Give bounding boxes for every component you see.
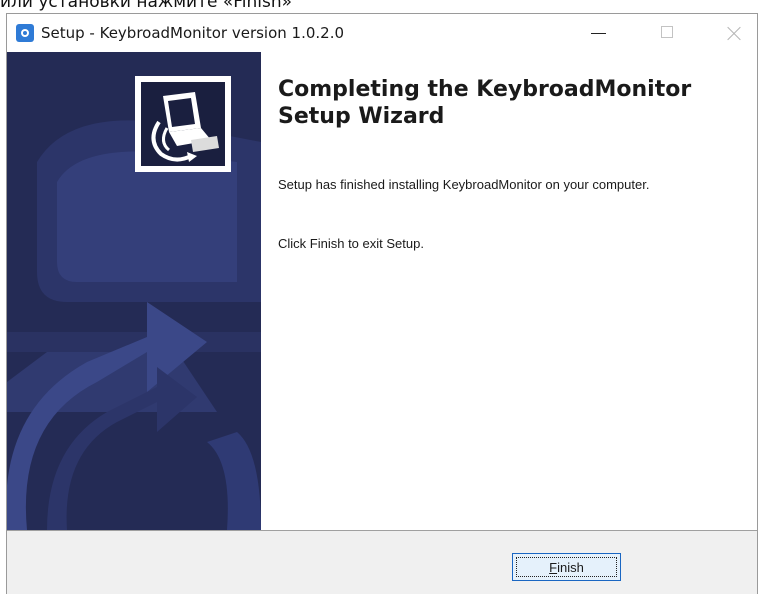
finish-label: inish <box>557 559 584 575</box>
setup-window: Setup - KeybroadMonitor version 1.0.2.0 <box>6 13 758 594</box>
heading-line-2: Setup Wizard <box>278 104 445 129</box>
finish-mnemonic: F <box>549 559 558 575</box>
window-title: Setup - KeybroadMonitor version 1.0.2.0 <box>41 24 345 42</box>
finished-message: Setup has finished installing KeybroadMo… <box>278 177 650 192</box>
maximize-button[interactable] <box>645 14 691 52</box>
computer-disk-icon <box>141 82 225 166</box>
minimize-button[interactable] <box>575 14 621 52</box>
finish-button[interactable]: Finish <box>512 553 621 581</box>
wizard-content: Completing the KeybroadMonitor Setup Wiz… <box>261 52 757 530</box>
heading-line-1: Completing the KeybroadMonitor <box>278 77 692 102</box>
setup-gear-icon <box>16 24 34 42</box>
close-button[interactable] <box>711 14 757 52</box>
finish-instruction: Click Finish to exit Setup. <box>278 236 424 251</box>
page-caption: или установки нажмите «Finish» <box>0 0 293 12</box>
wizard-heading: Completing the KeybroadMonitor Setup Wiz… <box>278 76 748 130</box>
wizard-side-image <box>7 52 261 530</box>
wizard-footer: Finish <box>7 531 757 594</box>
title-bar[interactable]: Setup - KeybroadMonitor version 1.0.2.0 <box>7 14 757 52</box>
installer-computer-logo <box>135 76 231 172</box>
